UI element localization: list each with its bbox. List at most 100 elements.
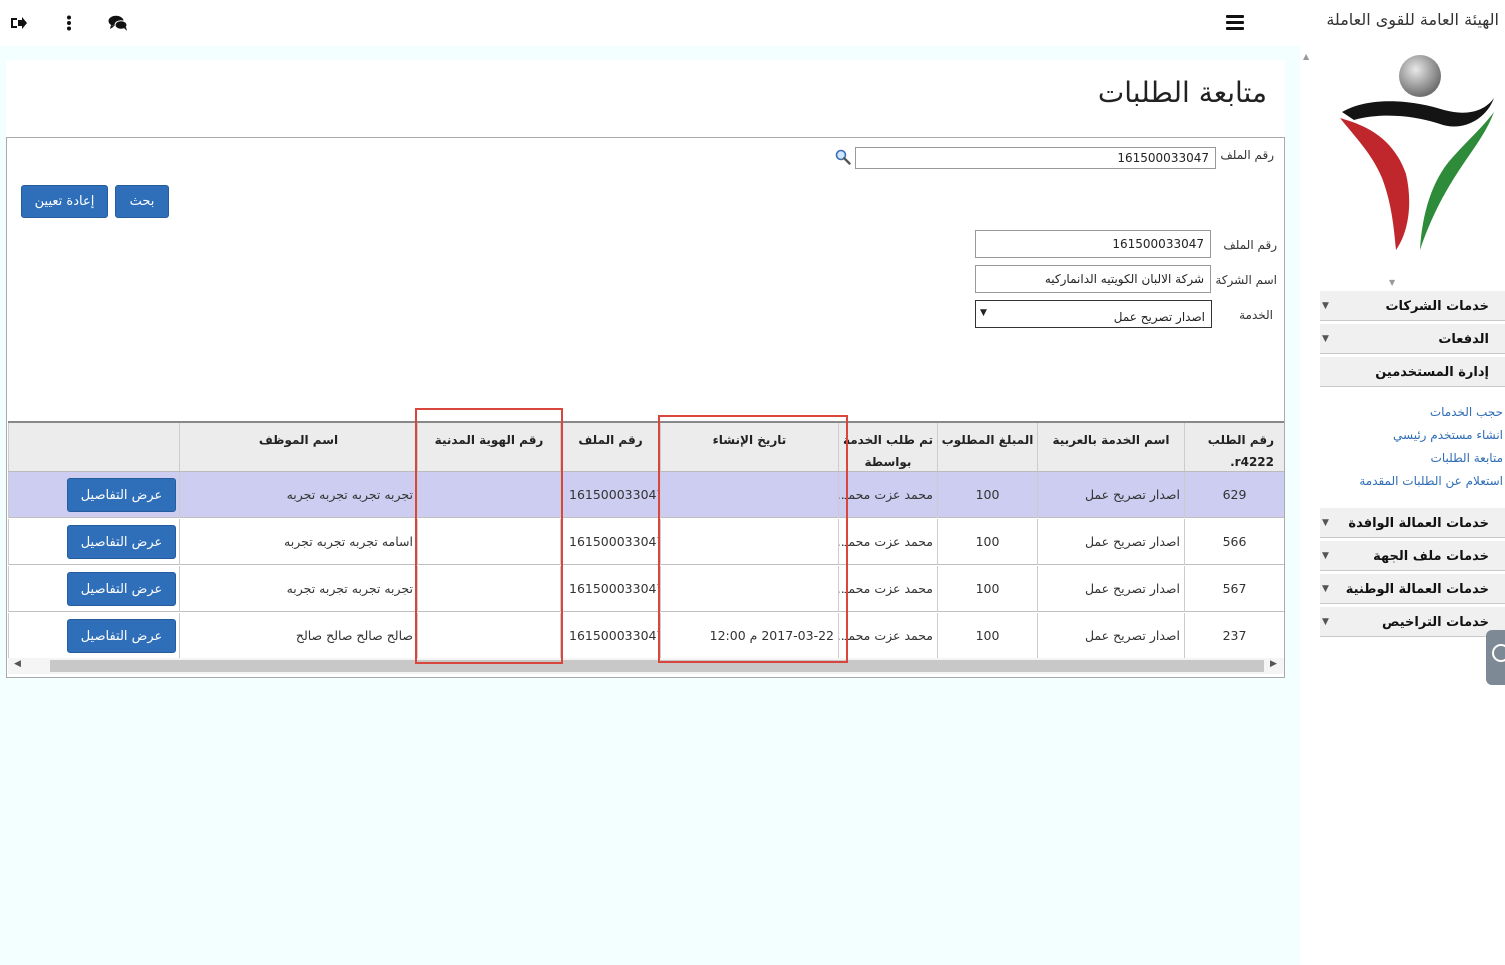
table-header: رقم الطلب r4222. اسم الخدمة بالعربية الم…: [8, 423, 1284, 472]
search-file-input[interactable]: [855, 147, 1216, 169]
cell-actions: عرض التفاصيل: [8, 472, 179, 518]
view-details-button[interactable]: عرض التفاصيل: [67, 619, 176, 653]
sidebar-group-company-services[interactable]: خدمات الشركات ▼: [1320, 290, 1505, 321]
cell-request-no: 629: [1184, 472, 1284, 518]
cell-service: اصدار تصريح عمل: [1037, 519, 1184, 565]
table-row[interactable]: 237 اصدار تصريح عمل 100 محمد عزت محمـ...…: [8, 613, 1284, 659]
cell-service: اصدار تصريح عمل: [1037, 472, 1184, 518]
cell-requested-by: محمد عزت محمـ...: [838, 566, 937, 612]
page-title: متابعة الطلبات: [1097, 76, 1267, 109]
table-row[interactable]: 629 اصدار تصريح عمل 100 محمد عزت محمـ...…: [8, 472, 1284, 518]
cell-employee: تجربه تجربه تجربه تجربه: [179, 472, 417, 518]
col-request-no-sub: r4222.: [1230, 455, 1274, 469]
cell-employee: اسامه تجربه تجربه تجربه: [179, 519, 417, 565]
cell-service: اصدار تصريح عمل: [1037, 566, 1184, 612]
col-service-name[interactable]: اسم الخدمة بالعربية: [1037, 423, 1184, 471]
file-number-label: رقم الملف: [1223, 238, 1277, 252]
scroll-right-icon[interactable]: ▶: [1270, 659, 1277, 669]
cell-actions: عرض التفاصيل: [8, 566, 179, 612]
cell-amount: 100: [937, 613, 1037, 659]
company-name-label: اسم الشركة: [1215, 273, 1277, 287]
sidebar-group-label: خدمات الشركات: [1385, 299, 1489, 314]
service-select[interactable]: اصدار تصريح عمل: [975, 300, 1212, 328]
sidebar-link-create-main-user[interactable]: انشاء مستخدم رئيسي: [1393, 428, 1503, 442]
scroll-left-icon[interactable]: ◀: [14, 659, 21, 669]
cell-request-no: 567: [1184, 566, 1284, 612]
col-employee-name[interactable]: اسم الموظف: [179, 423, 417, 471]
chevron-down-icon: ▼: [1322, 584, 1329, 594]
cell-request-no: 566: [1184, 519, 1284, 565]
cell-file-no: 161500033047: [560, 519, 660, 565]
chevron-down-icon: ▼: [1322, 518, 1329, 528]
horizontal-scrollbar[interactable]: ◀ ▶: [8, 658, 1284, 674]
org-title: الهيئة العامة للقوى العاملة: [1326, 10, 1499, 29]
highlight-created-date-column: [658, 415, 848, 663]
scroll-up-icon[interactable]: ▲: [1303, 52, 1309, 61]
highlight-civil-id-column: [415, 408, 563, 664]
chevron-down-icon: ▼: [1322, 551, 1329, 561]
cell-file-no: 161500033047: [560, 566, 660, 612]
sidebar-group-label: خدمات ملف الجهة: [1373, 549, 1489, 564]
org-logo: [1340, 55, 1494, 250]
view-details-button[interactable]: عرض التفاصيل: [67, 478, 176, 512]
reset-button[interactable]: إعادة تعيين: [21, 185, 108, 218]
top-bar: الهيئة العامة للقوى العاملة: [0, 0, 1505, 46]
requests-table: رقم الطلب r4222. اسم الخدمة بالعربية الم…: [8, 421, 1284, 659]
cell-file-no: 161500033047: [560, 613, 660, 659]
collapse-caret-icon: ▼: [1389, 278, 1396, 287]
cell-amount: 100: [937, 472, 1037, 518]
chevron-down-icon: ▼: [1322, 334, 1329, 344]
col-requested-by-label-1: تم طلب الخدمة: [842, 433, 934, 447]
search-icon[interactable]: [835, 149, 851, 165]
cell-employee: تجربه تجربه تجربه تجربه: [179, 566, 417, 612]
sidebar-group-entity-file[interactable]: خدمات ملف الجهة ▼: [1320, 540, 1505, 571]
table-row[interactable]: 566 اصدار تصريح عمل 100 محمد عزت محمـ...…: [8, 519, 1284, 565]
sidebar-link-block-services[interactable]: حجب الخدمات: [1430, 405, 1503, 419]
chevron-down-icon: ▼: [1322, 617, 1329, 627]
search-file-label: رقم الملف: [1220, 148, 1274, 162]
sidebar-group-label: الدفعات: [1438, 332, 1489, 347]
chevron-down-icon: ▼: [1322, 301, 1329, 311]
cell-actions: عرض التفاصيل: [8, 613, 179, 659]
sidebar-group-user-management[interactable]: إدارة المستخدمين: [1320, 356, 1505, 387]
col-amount[interactable]: المبلغ المطلوب: [937, 423, 1037, 471]
cell-employee: صالح صالح صالح صالح: [179, 613, 417, 659]
sidebar-group-expat-labor[interactable]: خدمات العمالة الوافدة ▼: [1320, 507, 1505, 538]
side-drawer-tab[interactable]: [1486, 630, 1505, 685]
col-requested-by[interactable]: تم طلب الخدمة بواسطة: [838, 423, 937, 471]
more-vertical-icon[interactable]: [58, 12, 80, 34]
logout-icon[interactable]: [8, 12, 30, 34]
sidebar-group-label: خدمات العمالة الوطنية: [1345, 582, 1489, 597]
dropdown-arrow-icon[interactable]: ▼: [980, 308, 987, 318]
sidebar-group-label: خدمات التراخيص: [1382, 615, 1489, 630]
search-button[interactable]: بحث: [115, 185, 169, 218]
sidebar-group-label: إدارة المستخدمين: [1375, 365, 1489, 380]
menu-icon[interactable]: [1226, 15, 1244, 31]
sidebar-link-query-requests[interactable]: استعلام عن الطلبات المقدمة: [1359, 474, 1503, 488]
service-label: الخدمة: [1239, 308, 1273, 322]
cell-requested-by: محمد عزت محمـ...: [838, 519, 937, 565]
cell-requested-by: محمد عزت محمـ...: [838, 613, 937, 659]
view-details-button[interactable]: عرض التفاصيل: [67, 525, 176, 559]
col-file-no[interactable]: رقم الملف: [560, 423, 660, 471]
file-number-field[interactable]: [975, 230, 1211, 258]
cell-request-no: 237: [1184, 613, 1284, 659]
view-details-button[interactable]: عرض التفاصيل: [67, 572, 176, 606]
sidebar-group-national-labor[interactable]: خدمات العمالة الوطنية ▼: [1320, 573, 1505, 604]
scrollbar-thumb[interactable]: [50, 660, 1264, 672]
chat-icon[interactable]: [107, 12, 129, 34]
company-name-field[interactable]: [975, 265, 1211, 293]
col-request-no[interactable]: رقم الطلب r4222.: [1184, 423, 1284, 471]
col-request-no-label: رقم الطلب: [1207, 433, 1274, 447]
sidebar-group-payments[interactable]: الدفعات ▼: [1320, 323, 1505, 354]
table-row[interactable]: 567 اصدار تصريح عمل 100 محمد عزت محمـ...…: [8, 566, 1284, 612]
sidebar-group-licenses[interactable]: خدمات التراخيص ▼: [1320, 606, 1505, 637]
sidebar-link-track-requests[interactable]: متابعة الطلبات: [1431, 451, 1503, 465]
cell-actions: عرض التفاصيل: [8, 519, 179, 565]
cell-service: اصدار تصريح عمل: [1037, 613, 1184, 659]
cell-file-no: 161500033047: [560, 472, 660, 518]
cell-amount: 100: [937, 566, 1037, 612]
cell-amount: 100: [937, 519, 1037, 565]
cell-requested-by: محمد عزت محمـ...: [838, 472, 937, 518]
col-actions: [8, 423, 179, 471]
